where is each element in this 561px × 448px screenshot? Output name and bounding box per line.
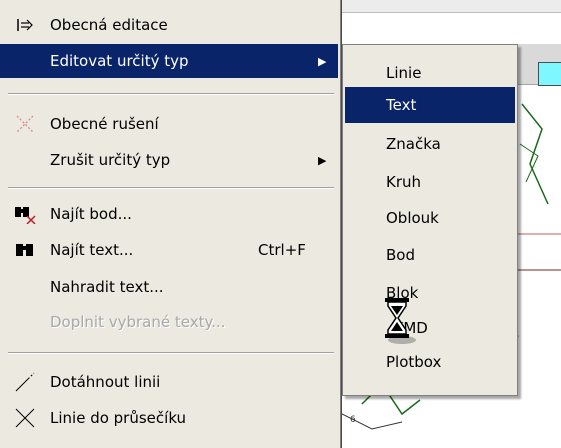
menu-item-label: Obecné rušení xyxy=(50,115,159,133)
submenu-item-point[interactable]: Bod xyxy=(345,237,515,273)
color-swatch[interactable] xyxy=(538,62,561,86)
edit-type-submenu: Linie Text Značka Kruh Oblouk Bod Blok _… xyxy=(342,44,518,396)
submenu-arrow-icon: ▶ xyxy=(318,153,327,167)
submenu-item-text[interactable]: Text xyxy=(345,87,515,123)
svg-text:6: 6 xyxy=(350,415,356,425)
submenu-item-label: Kruh xyxy=(386,173,422,191)
menu-item-general-edit[interactable]: Obecná editace xyxy=(0,8,338,42)
menu-item-find-point[interactable]: Najít bod... xyxy=(0,197,338,231)
binoculars-icon xyxy=(8,233,42,267)
submenu-item-label: Značka xyxy=(386,135,441,153)
submenu-item-label: Text xyxy=(386,96,417,114)
menu-separator xyxy=(8,352,334,354)
submenu-item-arc[interactable]: Oblouk xyxy=(345,200,515,236)
submenu-item-label: Oblouk xyxy=(386,209,439,227)
window-ruler xyxy=(342,0,561,13)
extend-line-icon xyxy=(8,365,42,399)
submenu-item-line[interactable]: Linie xyxy=(345,55,515,91)
menu-separator xyxy=(8,93,334,95)
menu-item-edit-specific-type[interactable]: Editovat určitý typ ▶ xyxy=(0,44,338,78)
menu-separator xyxy=(8,187,334,189)
menu-item-label: Najít text... xyxy=(50,241,134,259)
menu-item-general-delete[interactable]: Obecné rušení xyxy=(0,107,338,141)
edit-context-menu: Obecná editace Editovat určitý typ ▶ Obe… xyxy=(0,0,342,448)
dotted-x-icon xyxy=(8,107,42,141)
menu-item-label: Linie do průsečíku xyxy=(50,409,187,427)
intersect-lines-icon xyxy=(8,401,42,435)
submenu-item-label: Linie xyxy=(386,64,422,82)
menu-item-label: Dotáhnout linii xyxy=(50,373,161,391)
menu-item-label: Zrušit určitý typ xyxy=(50,151,171,169)
menu-item-lines-to-intersection[interactable]: Linie do průsečíku xyxy=(0,401,338,435)
arrow-into-bar-icon xyxy=(8,8,42,42)
menu-item-label: Nahradit text... xyxy=(50,278,164,296)
submenu-item-block[interactable]: Blok xyxy=(345,275,515,311)
menu-item-label: Najít bod... xyxy=(50,205,132,223)
menu-item-label: Doplnit vybrané texty... xyxy=(50,313,226,331)
submenu-item-label: Plotbox xyxy=(386,353,442,371)
menu-item-extend-line[interactable]: Dotáhnout linii xyxy=(0,365,338,399)
menu-item-label: Obecná editace xyxy=(50,16,168,34)
submenu-item-label: Bod xyxy=(386,246,415,264)
submenu-item-mark[interactable]: Značka xyxy=(345,126,515,162)
submenu-arrow-icon: ▶ xyxy=(318,54,327,68)
menu-item-find-text[interactable]: Najít text... Ctrl+F xyxy=(0,233,338,267)
submenu-item-plotbox[interactable]: Plotbox xyxy=(345,344,515,380)
submenu-item-circle[interactable]: Kruh xyxy=(345,164,515,200)
menu-item-complete-selected-texts: Doplnit vybrané texty... xyxy=(0,305,338,339)
submenu-item-kmd[interactable]: _KMD xyxy=(345,310,515,346)
menu-item-delete-specific-type[interactable]: Zrušit určitý typ ▶ xyxy=(0,143,338,177)
shortcut-label: Ctrl+F xyxy=(258,241,306,259)
hourglass-cursor-icon xyxy=(385,298,416,344)
binoculars-point-icon xyxy=(8,197,42,231)
menu-item-label: Editovat určitý typ xyxy=(50,52,189,70)
menu-item-replace-text[interactable]: Nahradit text... xyxy=(0,270,338,304)
